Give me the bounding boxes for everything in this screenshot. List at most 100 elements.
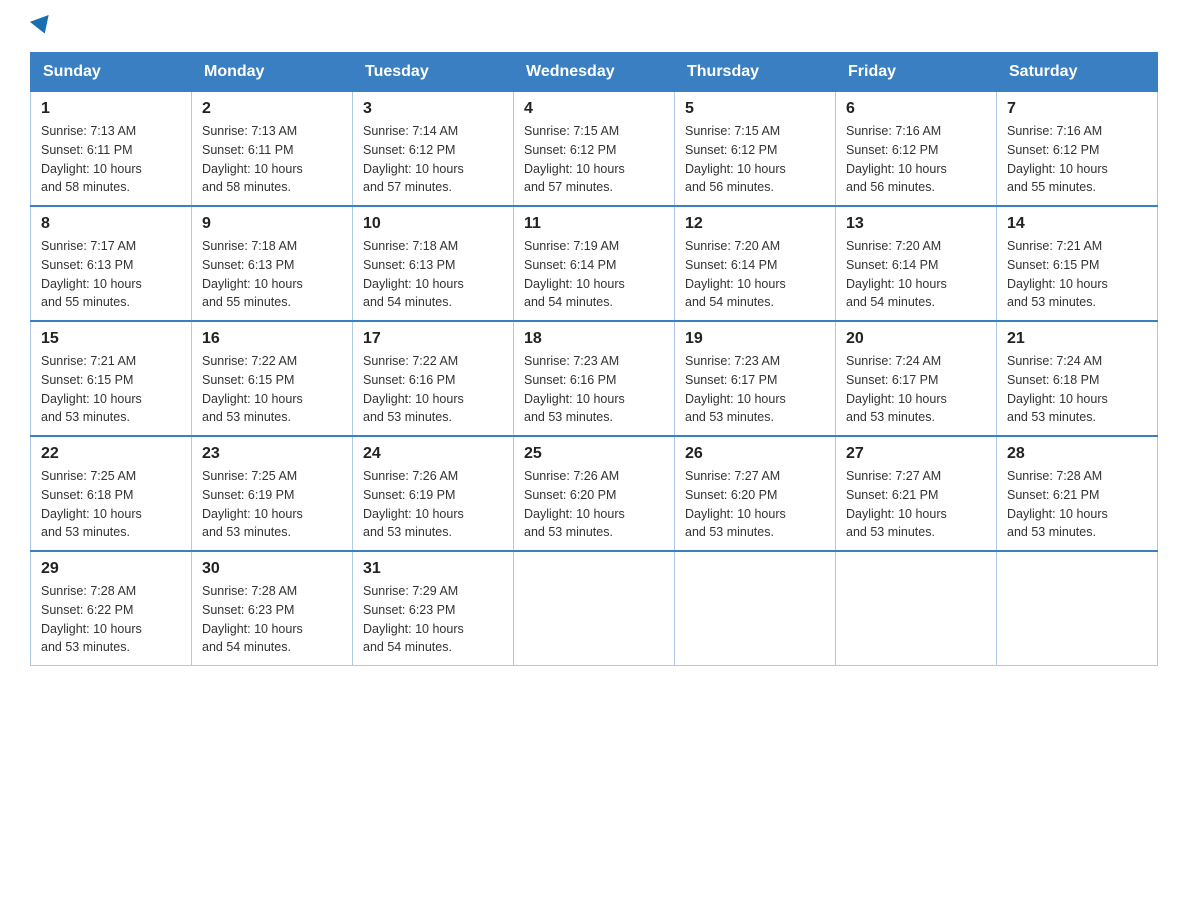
calendar-day-cell: 27Sunrise: 7:27 AMSunset: 6:21 PMDayligh… [836, 436, 997, 551]
calendar-day-cell: 2 Sunrise: 7:13 AMSunset: 6:11 PMDaylight… [192, 92, 353, 207]
logo [30, 20, 60, 32]
day-info: Sunrise: 7:16 AMSunset: 6:12 PMDaylight:… [1007, 122, 1147, 197]
day-number: 14 [1007, 215, 1147, 233]
calendar-table: SundayMondayTuesdayWednesdayThursdayFrid… [30, 52, 1158, 666]
day-number: 16 [202, 330, 342, 348]
day-number: 28 [1007, 445, 1147, 463]
calendar-week-row: 1 Sunrise: 7:13 AMSunset: 6:11 PMDaylight… [31, 92, 1158, 207]
day-number: 13 [846, 215, 986, 233]
day-number: 23 [202, 445, 342, 463]
calendar-day-cell: 1 Sunrise: 7:13 AMSunset: 6:11 PMDaylight… [31, 92, 192, 207]
calendar-day-cell: 16 Sunrise: 7:22 AMSunset: 6:15 PMDayligh… [192, 321, 353, 436]
calendar-week-row: 29 Sunrise: 7:28 AMSunset: 6:22 PMDayligh… [31, 551, 1158, 666]
day-info: Sunrise: 7:28 AMSunset: 6:22 PMDaylight:… [41, 582, 181, 657]
calendar-day-cell [675, 551, 836, 666]
calendar-day-cell: 6Sunrise: 7:16 AMSunset: 6:12 PMDaylight… [836, 92, 997, 207]
day-info: Sunrise: 7:20 AMSunset: 6:14 PMDaylight:… [846, 237, 986, 312]
day-number: 31 [363, 560, 503, 578]
day-number: 4 [524, 100, 664, 118]
day-number: 20 [846, 330, 986, 348]
day-number: 6 [846, 100, 986, 118]
day-number: 15 [41, 330, 181, 348]
calendar-day-cell: 18 Sunrise: 7:23 AMSunset: 6:16 PMDayligh… [514, 321, 675, 436]
calendar-day-cell: 14 Sunrise: 7:21 AMSunset: 6:15 PMDayligh… [997, 206, 1158, 321]
day-info: Sunrise: 7:25 AMSunset: 6:19 PMDaylight:… [202, 467, 342, 542]
day-info: Sunrise: 7:15 AMSunset: 6:12 PMDaylight:… [524, 122, 664, 197]
calendar-day-cell: 17Sunrise: 7:22 AMSunset: 6:16 PMDayligh… [353, 321, 514, 436]
day-info: Sunrise: 7:28 AMSunset: 6:21 PMDaylight:… [1007, 467, 1147, 542]
day-number: 1 [41, 100, 181, 118]
calendar-day-cell: 12 Sunrise: 7:20 AMSunset: 6:14 PMDayligh… [675, 206, 836, 321]
day-number: 3 [363, 100, 503, 118]
calendar-day-cell [997, 551, 1158, 666]
day-number: 8 [41, 215, 181, 233]
calendar-day-cell: 26 Sunrise: 7:27 AMSunset: 6:20 PMDayligh… [675, 436, 836, 551]
day-info: Sunrise: 7:13 AMSunset: 6:11 PMDaylight:… [41, 122, 181, 197]
calendar-day-cell: 28 Sunrise: 7:28 AMSunset: 6:21 PMDayligh… [997, 436, 1158, 551]
day-of-week-header: Friday [836, 53, 997, 92]
day-number: 9 [202, 215, 342, 233]
day-number: 29 [41, 560, 181, 578]
calendar-week-row: 15 Sunrise: 7:21 AMSunset: 6:15 PMDayligh… [31, 321, 1158, 436]
calendar-day-cell: 7 Sunrise: 7:16 AMSunset: 6:12 PMDaylight… [997, 92, 1158, 207]
calendar-day-cell: 25Sunrise: 7:26 AMSunset: 6:20 PMDayligh… [514, 436, 675, 551]
day-info: Sunrise: 7:28 AMSunset: 6:23 PMDaylight:… [202, 582, 342, 657]
day-info: Sunrise: 7:19 AMSunset: 6:14 PMDaylight:… [524, 237, 664, 312]
day-number: 26 [685, 445, 825, 463]
day-info: Sunrise: 7:24 AMSunset: 6:18 PMDaylight:… [1007, 352, 1147, 427]
day-number: 5 [685, 100, 825, 118]
day-number: 2 [202, 100, 342, 118]
calendar-day-cell: 9 Sunrise: 7:18 AMSunset: 6:13 PMDaylight… [192, 206, 353, 321]
day-number: 11 [524, 215, 664, 233]
day-info: Sunrise: 7:18 AMSunset: 6:13 PMDaylight:… [363, 237, 503, 312]
day-info: Sunrise: 7:25 AMSunset: 6:18 PMDaylight:… [41, 467, 181, 542]
calendar-day-cell [514, 551, 675, 666]
day-info: Sunrise: 7:27 AMSunset: 6:20 PMDaylight:… [685, 467, 825, 542]
calendar-day-cell: 24 Sunrise: 7:26 AMSunset: 6:19 PMDayligh… [353, 436, 514, 551]
day-info: Sunrise: 7:17 AMSunset: 6:13 PMDaylight:… [41, 237, 181, 312]
logo-triangle-icon [30, 15, 54, 37]
calendar-day-cell: 4 Sunrise: 7:15 AMSunset: 6:12 PMDaylight… [514, 92, 675, 207]
day-info: Sunrise: 7:18 AMSunset: 6:13 PMDaylight:… [202, 237, 342, 312]
day-info: Sunrise: 7:14 AMSunset: 6:12 PMDaylight:… [363, 122, 503, 197]
day-info: Sunrise: 7:21 AMSunset: 6:15 PMDaylight:… [41, 352, 181, 427]
calendar-week-row: 8 Sunrise: 7:17 AMSunset: 6:13 PMDaylight… [31, 206, 1158, 321]
day-number: 10 [363, 215, 503, 233]
calendar-day-cell: 11 Sunrise: 7:19 AMSunset: 6:14 PMDayligh… [514, 206, 675, 321]
calendar-header-row: SundayMondayTuesdayWednesdayThursdayFrid… [31, 53, 1158, 92]
day-of-week-header: Sunday [31, 53, 192, 92]
day-number: 17 [363, 330, 503, 348]
day-of-week-header: Tuesday [353, 53, 514, 92]
calendar-day-cell: 31Sunrise: 7:29 AMSunset: 6:23 PMDayligh… [353, 551, 514, 666]
day-info: Sunrise: 7:23 AMSunset: 6:16 PMDaylight:… [524, 352, 664, 427]
calendar-day-cell [836, 551, 997, 666]
day-info: Sunrise: 7:20 AMSunset: 6:14 PMDaylight:… [685, 237, 825, 312]
calendar-day-cell: 15 Sunrise: 7:21 AMSunset: 6:15 PMDayligh… [31, 321, 192, 436]
day-info: Sunrise: 7:24 AMSunset: 6:17 PMDaylight:… [846, 352, 986, 427]
calendar-day-cell: 3 Sunrise: 7:14 AMSunset: 6:12 PMDaylight… [353, 92, 514, 207]
calendar-day-cell: 21 Sunrise: 7:24 AMSunset: 6:18 PMDayligh… [997, 321, 1158, 436]
day-number: 21 [1007, 330, 1147, 348]
day-of-week-header: Thursday [675, 53, 836, 92]
day-info: Sunrise: 7:26 AMSunset: 6:20 PMDaylight:… [524, 467, 664, 542]
calendar-day-cell: 8 Sunrise: 7:17 AMSunset: 6:13 PMDaylight… [31, 206, 192, 321]
day-number: 19 [685, 330, 825, 348]
calendar-day-cell: 30 Sunrise: 7:28 AMSunset: 6:23 PMDayligh… [192, 551, 353, 666]
day-info: Sunrise: 7:21 AMSunset: 6:15 PMDaylight:… [1007, 237, 1147, 312]
day-info: Sunrise: 7:22 AMSunset: 6:15 PMDaylight:… [202, 352, 342, 427]
day-info: Sunrise: 7:26 AMSunset: 6:19 PMDaylight:… [363, 467, 503, 542]
day-number: 24 [363, 445, 503, 463]
calendar-day-cell: 29 Sunrise: 7:28 AMSunset: 6:22 PMDayligh… [31, 551, 192, 666]
day-number: 18 [524, 330, 664, 348]
calendar-day-cell: 13 Sunrise: 7:20 AMSunset: 6:14 PMDayligh… [836, 206, 997, 321]
day-info: Sunrise: 7:15 AMSunset: 6:12 PMDaylight:… [685, 122, 825, 197]
day-number: 12 [685, 215, 825, 233]
day-of-week-header: Saturday [997, 53, 1158, 92]
calendar-day-cell: 10 Sunrise: 7:18 AMSunset: 6:13 PMDayligh… [353, 206, 514, 321]
day-number: 30 [202, 560, 342, 578]
day-number: 7 [1007, 100, 1147, 118]
day-of-week-header: Monday [192, 53, 353, 92]
calendar-day-cell: 22Sunrise: 7:25 AMSunset: 6:18 PMDayligh… [31, 436, 192, 551]
day-of-week-header: Wednesday [514, 53, 675, 92]
day-info: Sunrise: 7:13 AMSunset: 6:11 PMDaylight:… [202, 122, 342, 197]
